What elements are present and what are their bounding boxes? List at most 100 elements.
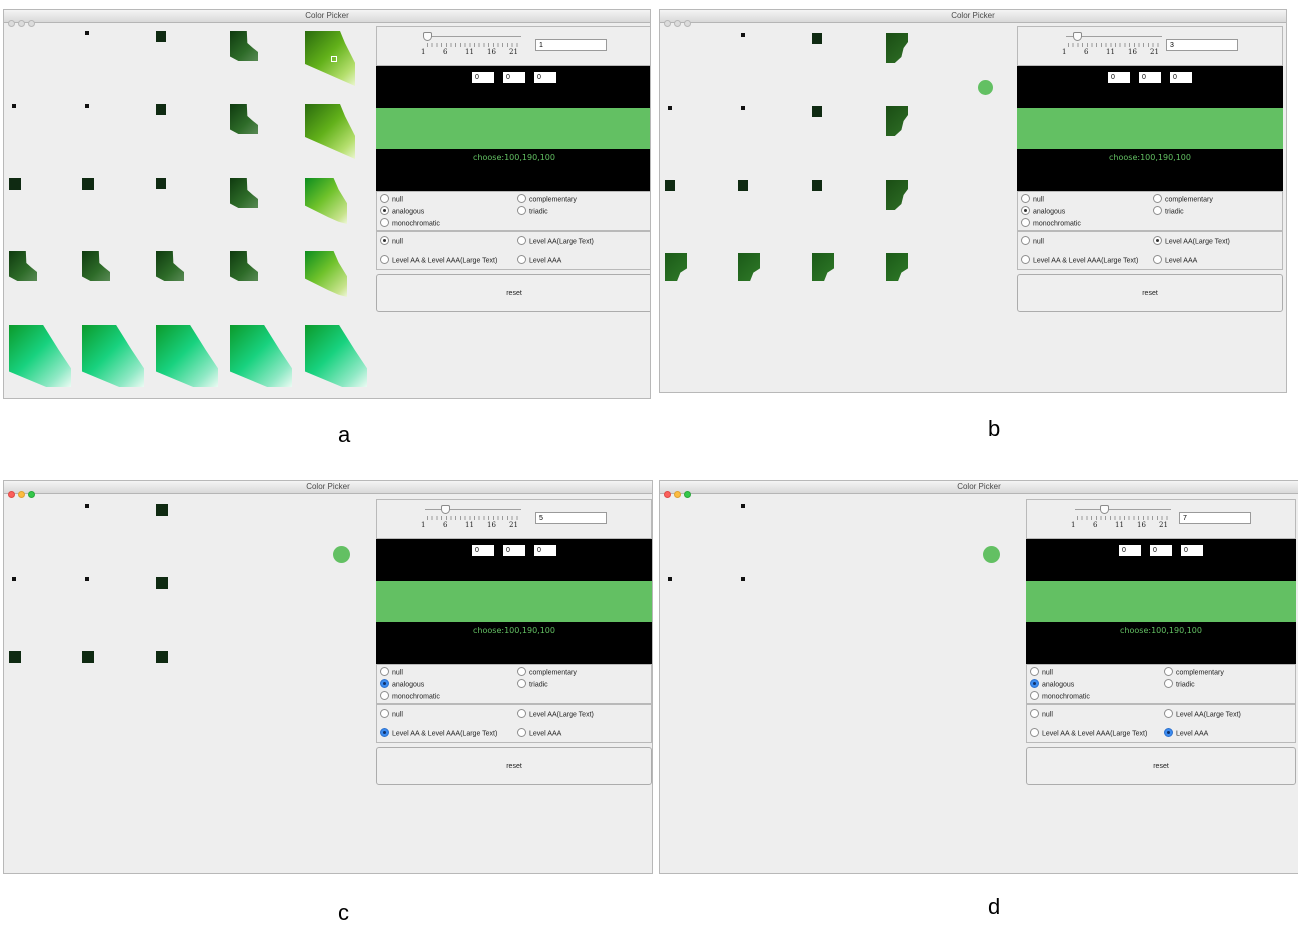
color-swatch-block[interactable]: [230, 31, 258, 61]
color-swatch-block[interactable]: [665, 180, 675, 191]
level-aa-large-option[interactable]: Level AA(Large Text): [1153, 236, 1230, 247]
b-field[interactable]: 0: [1170, 72, 1192, 83]
level-null-option[interactable]: null: [1030, 709, 1053, 720]
color-swatch-block[interactable]: [82, 325, 144, 387]
radio-button-icon[interactable]: [1164, 679, 1173, 688]
level-aaa-option[interactable]: Level AAA: [1153, 255, 1197, 266]
scheme-complementary-option[interactable]: complementary: [517, 194, 577, 205]
radio-button-icon[interactable]: [1030, 691, 1039, 700]
radio-button-icon[interactable]: [1164, 709, 1173, 718]
radio-button-icon[interactable]: [517, 728, 526, 737]
color-swatch-block[interactable]: [668, 106, 672, 110]
color-swatch-block[interactable]: [9, 251, 37, 281]
level-aa-aaa-large-option[interactable]: Level AA & Level AAA(Large Text): [380, 255, 497, 266]
color-swatch-block[interactable]: [812, 33, 822, 44]
swatch-canvas[interactable]: [4, 23, 376, 398]
title-bar[interactable]: Color Picker: [660, 481, 1298, 498]
scheme-triadic-option[interactable]: triadic: [517, 679, 548, 690]
radio-button-icon[interactable]: [380, 218, 389, 227]
radio-button-icon[interactable]: [1164, 667, 1173, 676]
scheme-complementary-option[interactable]: complementary: [517, 667, 577, 678]
reset-button[interactable]: reset: [1026, 747, 1296, 785]
slider-value-field[interactable]: 1: [535, 39, 607, 51]
color-swatch-block[interactable]: [738, 180, 748, 191]
color-swatch-block[interactable]: [741, 504, 745, 508]
color-swatch-block[interactable]: [812, 106, 822, 117]
color-swatch-block[interactable]: [230, 178, 258, 208]
title-bar[interactable]: Color Picker: [660, 10, 1286, 27]
radio-button-icon[interactable]: [517, 709, 526, 718]
color-swatch-block[interactable]: [82, 251, 110, 281]
reset-button[interactable]: reset: [376, 274, 650, 312]
radio-button-icon[interactable]: [380, 194, 389, 203]
level-null-option[interactable]: null: [380, 236, 403, 247]
color-swatch-block[interactable]: [886, 180, 908, 210]
g-field[interactable]: 0: [1150, 545, 1172, 556]
scheme-monochromatic-option[interactable]: monochromatic: [1021, 218, 1081, 229]
color-swatch-block[interactable]: [156, 325, 218, 387]
radio-button-icon[interactable]: [380, 679, 389, 688]
color-swatch-block[interactable]: [85, 504, 89, 508]
radio-button-icon[interactable]: [380, 728, 389, 737]
level-slider-thumb[interactable]: [1100, 505, 1109, 514]
radio-button-icon[interactable]: [1153, 236, 1162, 245]
r-field[interactable]: 0: [1119, 545, 1141, 556]
scheme-monochromatic-option[interactable]: monochromatic: [380, 218, 440, 229]
reset-button[interactable]: reset: [376, 747, 652, 785]
color-swatch-block[interactable]: [82, 651, 94, 663]
level-slider-track[interactable]: [425, 509, 521, 514]
color-swatch-block[interactable]: [230, 325, 292, 387]
color-swatch-block[interactable]: [305, 104, 355, 159]
radio-button-icon[interactable]: [1153, 206, 1162, 215]
scheme-monochromatic-option[interactable]: monochromatic: [1030, 691, 1090, 702]
radio-button-icon[interactable]: [1030, 728, 1039, 737]
level-slider-thumb[interactable]: [441, 505, 450, 514]
scheme-null-option[interactable]: null: [380, 194, 403, 205]
radio-button-icon[interactable]: [1021, 194, 1030, 203]
g-field[interactable]: 0: [503, 545, 525, 556]
scheme-analogous-option[interactable]: analogous: [1021, 206, 1065, 217]
slider-value-field[interactable]: 3: [1166, 39, 1238, 51]
radio-button-icon[interactable]: [380, 255, 389, 264]
color-swatch-block[interactable]: [82, 178, 94, 190]
radio-button-icon[interactable]: [380, 691, 389, 700]
color-swatch-block[interactable]: [886, 106, 908, 136]
scheme-complementary-option[interactable]: complementary: [1164, 667, 1224, 678]
g-field[interactable]: 0: [503, 72, 525, 83]
color-swatch-block[interactable]: [741, 106, 745, 110]
radio-button-icon[interactable]: [1153, 194, 1162, 203]
color-swatch-block[interactable]: [156, 31, 166, 42]
scheme-null-option[interactable]: null: [380, 667, 403, 678]
color-swatch-block[interactable]: [665, 253, 687, 281]
level-slider-thumb[interactable]: [423, 32, 432, 41]
color-swatch-block[interactable]: [741, 33, 745, 37]
level-null-option[interactable]: null: [380, 709, 403, 720]
color-swatch-block[interactable]: [9, 178, 21, 190]
level-aa-aaa-large-option[interactable]: Level AA & Level AAA(Large Text): [380, 728, 497, 739]
radio-button-icon[interactable]: [517, 194, 526, 203]
color-swatch-block[interactable]: [230, 251, 258, 281]
radio-button-icon[interactable]: [1021, 236, 1030, 245]
r-field[interactable]: 0: [472, 545, 494, 556]
color-swatch-block[interactable]: [9, 651, 21, 663]
radio-button-icon[interactable]: [1153, 255, 1162, 264]
color-swatch-block[interactable]: [668, 577, 672, 581]
radio-button-icon[interactable]: [1030, 667, 1039, 676]
scheme-triadic-option[interactable]: triadic: [1164, 679, 1195, 690]
slider-value-field[interactable]: 7: [1179, 512, 1251, 524]
swatch-canvas[interactable]: [660, 23, 1017, 392]
radio-button-icon[interactable]: [1021, 218, 1030, 227]
color-swatch-block[interactable]: [85, 577, 89, 581]
color-swatch-block[interactable]: [305, 325, 367, 387]
reset-button[interactable]: reset: [1017, 274, 1283, 312]
radio-button-icon[interactable]: [517, 679, 526, 688]
radio-button-icon[interactable]: [1164, 728, 1173, 737]
level-aa-large-option[interactable]: Level AA(Large Text): [1164, 709, 1241, 720]
color-swatch-block[interactable]: [12, 577, 16, 581]
color-swatch-block[interactable]: [156, 651, 168, 663]
color-swatch-block[interactable]: [12, 104, 16, 108]
level-slider-track[interactable]: [425, 36, 521, 41]
color-swatch-block[interactable]: [886, 253, 908, 281]
level-aa-large-option[interactable]: Level AA(Large Text): [517, 709, 594, 720]
scheme-analogous-option[interactable]: analogous: [1030, 679, 1074, 690]
